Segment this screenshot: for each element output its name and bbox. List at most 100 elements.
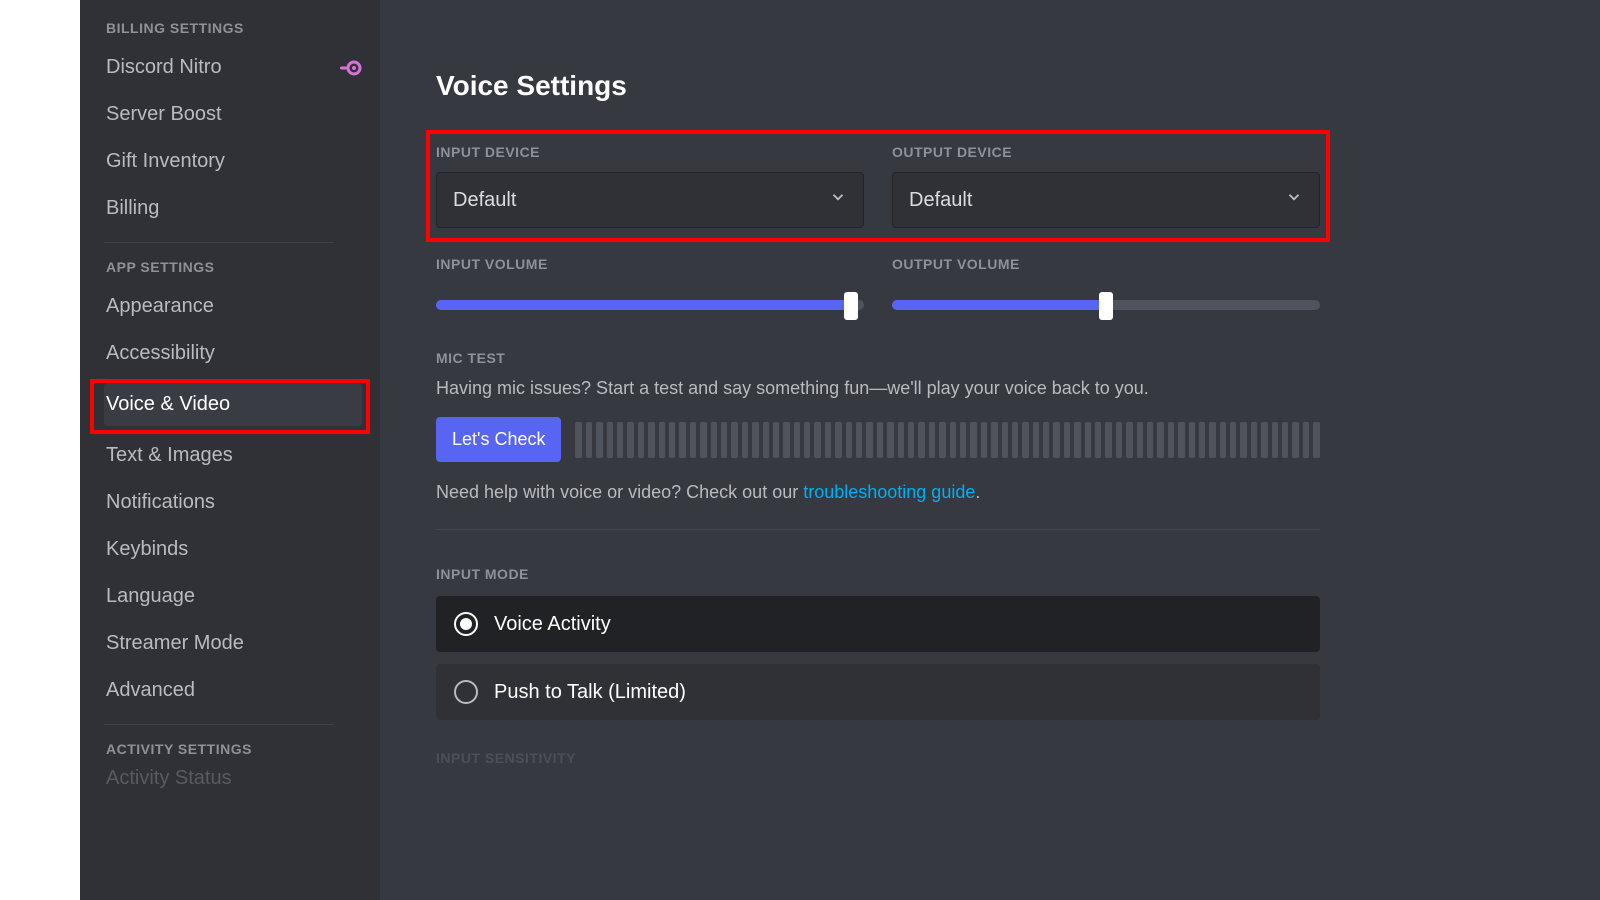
- mic-bar: [887, 422, 893, 458]
- mic-bar: [846, 422, 852, 458]
- sidebar-item-label: Appearance: [106, 295, 214, 318]
- sidebar-item-label: Keybinds: [106, 538, 188, 561]
- input-device-value: Default: [453, 189, 516, 212]
- nitro-icon: [334, 59, 362, 77]
- mic-bar: [659, 422, 665, 458]
- mic-bar: [1033, 422, 1039, 458]
- sidebar-item-advanced[interactable]: Advanced: [104, 669, 370, 712]
- mic-level-meter: [575, 422, 1320, 458]
- input-sensitivity-label: INPUT SENSITIVITY: [436, 750, 1320, 766]
- mic-bar: [1157, 422, 1163, 458]
- left-gutter: [0, 0, 80, 900]
- activity-settings-header: ACTIVITY SETTINGS: [104, 741, 370, 757]
- mic-test-label: MIC TEST: [436, 350, 1320, 366]
- input-device-select[interactable]: Default: [436, 172, 864, 228]
- mic-bar: [1074, 422, 1080, 458]
- mic-bar: [991, 422, 997, 458]
- sidebar-item-notifications[interactable]: Notifications: [104, 481, 370, 524]
- mic-bar: [596, 422, 602, 458]
- input-volume-slider[interactable]: [436, 300, 864, 310]
- mic-bar: [1261, 422, 1267, 458]
- sidebar-item-voice-video[interactable]: Voice & Video: [104, 383, 362, 426]
- mic-bar: [1240, 422, 1246, 458]
- input-mode-voice-activity[interactable]: Voice Activity: [436, 596, 1320, 652]
- slider-fill: [436, 300, 851, 310]
- mic-bar: [700, 422, 706, 458]
- mic-bar: [794, 422, 800, 458]
- slider-thumb[interactable]: [1099, 292, 1113, 320]
- mic-bar: [1053, 422, 1059, 458]
- output-volume-label: OUTPUT VOLUME: [892, 256, 1320, 272]
- mic-bar: [918, 422, 924, 458]
- sidebar-item-activity-status[interactable]: Activity Status: [104, 767, 370, 790]
- mic-bar: [981, 422, 987, 458]
- slider-thumb[interactable]: [844, 292, 858, 320]
- input-mode-push-to-talk[interactable]: Push to Talk (Limited): [436, 664, 1320, 720]
- mic-bar: [1178, 422, 1184, 458]
- mic-bar: [814, 422, 820, 458]
- mic-bar: [1303, 422, 1309, 458]
- sidebar-divider: [104, 242, 334, 243]
- mic-bar: [731, 422, 737, 458]
- radio-label: Push to Talk (Limited): [494, 681, 686, 704]
- mic-bar: [877, 422, 883, 458]
- sidebar-item-discord-nitro[interactable]: Discord Nitro: [104, 46, 370, 89]
- mic-bar: [1105, 422, 1111, 458]
- input-volume-label: INPUT VOLUME: [436, 256, 864, 272]
- lets-check-button[interactable]: Let's Check: [436, 417, 561, 462]
- right-gutter: [1370, 0, 1600, 900]
- settings-sidebar: BILLING SETTINGS Discord Nitro Server Bo…: [80, 0, 380, 900]
- radio-icon: [454, 680, 478, 704]
- sidebar-item-gift-inventory[interactable]: Gift Inventory: [104, 140, 370, 183]
- highlight-annotation-sidebar: Voice & Video: [90, 379, 370, 434]
- mic-bar: [1209, 422, 1215, 458]
- mic-bar: [1126, 422, 1132, 458]
- mic-bar: [679, 422, 685, 458]
- mic-bar: [1064, 422, 1070, 458]
- mic-bar: [1251, 422, 1257, 458]
- chevron-down-icon: [1285, 188, 1303, 212]
- sidebar-item-accessibility[interactable]: Accessibility: [104, 332, 370, 375]
- output-volume-slider[interactable]: [892, 300, 1320, 310]
- mic-bar: [1022, 422, 1028, 458]
- mic-bar: [1272, 422, 1278, 458]
- section-divider: [436, 529, 1320, 530]
- mic-bar: [617, 422, 623, 458]
- mic-bar: [773, 422, 779, 458]
- mic-bar: [638, 422, 644, 458]
- sidebar-item-label: Server Boost: [106, 103, 222, 126]
- mic-bar: [1199, 422, 1205, 458]
- mic-bar: [1012, 422, 1018, 458]
- help-text: Need help with voice or video? Check out…: [436, 482, 1320, 503]
- mic-bar: [1116, 422, 1122, 458]
- sidebar-item-appearance[interactable]: Appearance: [104, 285, 370, 328]
- troubleshooting-guide-link[interactable]: troubleshooting guide: [803, 482, 975, 502]
- sidebar-item-label: Text & Images: [106, 444, 233, 467]
- mic-bar: [721, 422, 727, 458]
- mic-bar: [1292, 422, 1298, 458]
- sidebar-item-billing[interactable]: Billing: [104, 187, 370, 230]
- mic-bar: [939, 422, 945, 458]
- mic-bar: [586, 422, 592, 458]
- mic-bar: [1230, 422, 1236, 458]
- mic-bar: [783, 422, 789, 458]
- sidebar-item-server-boost[interactable]: Server Boost: [104, 93, 370, 136]
- mic-bar: [1220, 422, 1226, 458]
- sidebar-item-text-images[interactable]: Text & Images: [104, 434, 370, 477]
- sidebar-item-label: Accessibility: [106, 342, 215, 365]
- sidebar-item-keybinds[interactable]: Keybinds: [104, 528, 370, 571]
- sidebar-item-language[interactable]: Language: [104, 575, 370, 618]
- help-text-pre: Need help with voice or video? Check out…: [436, 482, 803, 502]
- mic-bar: [970, 422, 976, 458]
- sidebar-item-label: Discord Nitro: [106, 56, 222, 79]
- mic-bar: [1147, 422, 1153, 458]
- sidebar-divider: [104, 724, 334, 725]
- mic-bar: [1095, 422, 1101, 458]
- output-device-select[interactable]: Default: [892, 172, 1320, 228]
- sidebar-item-label: Language: [106, 585, 195, 608]
- sidebar-item-streamer-mode[interactable]: Streamer Mode: [104, 622, 370, 665]
- mic-bar: [711, 422, 717, 458]
- mic-bar: [1313, 422, 1319, 458]
- slider-fill: [892, 300, 1106, 310]
- app-settings-header: APP SETTINGS: [104, 259, 370, 275]
